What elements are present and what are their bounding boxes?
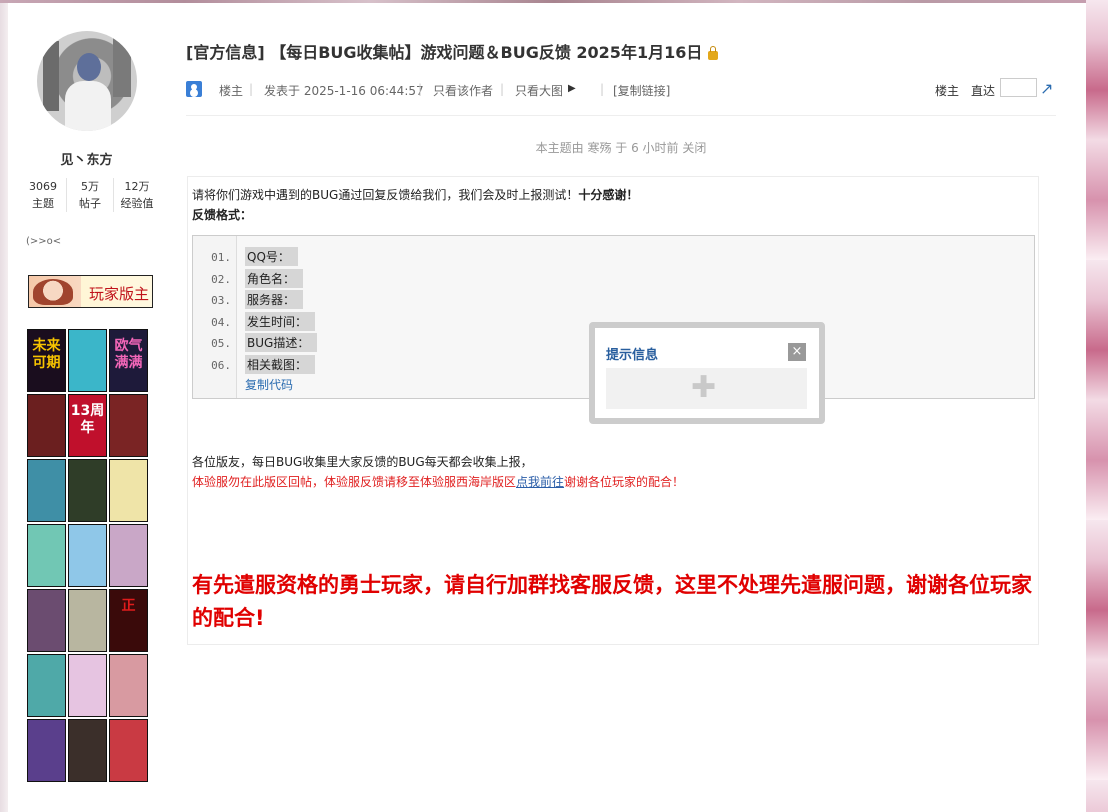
meta-separator: | xyxy=(249,82,254,96)
code-line: BUG描述： xyxy=(245,333,318,352)
badge-tile-text: 正 xyxy=(121,598,136,614)
author-avatar[interactable] xyxy=(37,31,137,131)
thread-page: 见丶东方 3069 主题 5万 帖子 12万 经验值 (>>o< 玩家版主 未来… xyxy=(8,3,1086,812)
badge-tile[interactable] xyxy=(109,524,148,587)
badge-tile[interactable] xyxy=(109,654,148,717)
line-number: 02. xyxy=(211,273,231,286)
stat-posts[interactable]: 5万 帖子 xyxy=(66,178,113,212)
badge-tile[interactable] xyxy=(68,719,107,782)
badge-tile-text: 13周年 xyxy=(70,403,105,436)
code-line: 服务器： xyxy=(245,290,304,309)
code-line: 发生时间： xyxy=(245,312,316,331)
badge-tile[interactable] xyxy=(27,524,66,587)
format-label: 反馈格式： xyxy=(192,208,253,222)
paragraph-collect: 各位版友，每日BUG收集里大家反馈的BUG每天都会收集上报， xyxy=(192,455,533,469)
closed-notice: 本主题由 寒殇 于 6 小时前 关闭 xyxy=(535,141,707,155)
jump-floor-input[interactable] xyxy=(1000,78,1037,97)
floor-label: 楼主 xyxy=(219,84,244,98)
post-time: 发表于 2025-1-16 06:44:57 xyxy=(264,84,424,98)
line-number: 04. xyxy=(211,316,231,329)
badge-tile[interactable] xyxy=(109,719,148,782)
prompt-dialog: 提示信息 × ✚ xyxy=(589,322,825,424)
dialog-body: ✚ xyxy=(606,368,807,409)
close-icon[interactable]: × xyxy=(788,343,806,361)
right-background-decoration xyxy=(1086,0,1108,812)
badge-tile-text: 未来可期 xyxy=(32,338,61,371)
meta-separator: | xyxy=(500,82,505,96)
meta-separator: | xyxy=(600,82,605,96)
line-number: 06. xyxy=(211,359,231,372)
badge-tile[interactable] xyxy=(27,654,66,717)
badge-tile[interactable] xyxy=(27,459,66,522)
author-stats: 3069 主题 5万 帖子 12万 经验值 xyxy=(20,178,160,212)
badge-grid: 未来可期 欧气满满 13周年正 xyxy=(27,329,148,782)
code-line: QQ号： xyxy=(245,247,298,266)
only-big-image-link[interactable]: 只看大图 xyxy=(515,82,563,99)
lock-icon xyxy=(708,46,719,60)
badge-tile[interactable]: 13周年 xyxy=(68,394,107,457)
badge-tile[interactable] xyxy=(109,394,148,457)
only-author-link[interactable]: 只看该作者 xyxy=(433,82,493,99)
player-moderator-medal[interactable]: 玩家版主 xyxy=(28,275,153,308)
intro-text: 请将你们游戏中遇到的BUG通过回复反馈给我们，我们会及时上报测试！十分感谢！ xyxy=(192,188,639,202)
post-meta-bar: 楼主 | 发表于 2025-1-16 06:44:57 | 只看该作者 | 只看… xyxy=(186,78,1058,99)
badge-tile[interactable]: 欧气满满 xyxy=(109,329,148,392)
thread-title: [官方信息] 【每日BUG收集帖】游戏问题＆BUG反馈 2025年1月16日 xyxy=(186,39,719,63)
author-name[interactable]: 见丶东方 xyxy=(8,149,165,168)
code-line: 相关截图： xyxy=(245,355,316,374)
line-number: 05. xyxy=(211,337,231,350)
dialog-title: 提示信息 xyxy=(606,348,659,363)
go-arrow-icon[interactable]: ↗ xyxy=(1040,79,1053,98)
copy-link[interactable]: [复制链接] xyxy=(613,82,670,99)
divider xyxy=(186,115,1056,116)
go-to-test-server-link[interactable]: 点我前往 xyxy=(516,475,564,489)
medal-portrait-image xyxy=(33,279,73,305)
advance-server-notice: 有先遣服资格的勇士玩家，请自行加群找客服反馈，这里不处理先遣服问题，谢谢各位玩家… xyxy=(192,573,1032,630)
floor-label-right: 楼主 xyxy=(935,84,960,98)
copy-code-link[interactable]: 复制代码 xyxy=(245,376,293,393)
badge-tile[interactable] xyxy=(27,394,66,457)
user-icon[interactable] xyxy=(186,81,202,97)
puzzle-piece-icon: ✚ xyxy=(691,370,717,405)
badge-tile[interactable] xyxy=(68,654,107,717)
badge-tile[interactable]: 正 xyxy=(109,589,148,652)
author-sidebar: 见丶东方 3069 主题 5万 帖子 12万 经验值 (>>o< 玩家版主 未来… xyxy=(8,3,168,812)
meta-separator: | xyxy=(418,82,423,96)
badge-tile[interactable] xyxy=(68,459,107,522)
line-number: 03. xyxy=(211,294,231,307)
stat-experience[interactable]: 12万 经验值 xyxy=(113,178,160,212)
badge-tile[interactable]: 未来可期 xyxy=(27,329,66,392)
paragraph-test-server: 体验服勿在此版区回帖，体验服反馈请移至体验服西海岸版区点我前往谢谢各位玩家的配合… xyxy=(192,475,685,489)
medal-label: 玩家版主 xyxy=(89,285,150,303)
line-number: 01. xyxy=(211,251,231,264)
badge-tile-text: 欧气满满 xyxy=(114,338,143,371)
badge-tile[interactable] xyxy=(109,459,148,522)
badge-tile[interactable] xyxy=(68,589,107,652)
triangle-right-icon[interactable]: ▶ xyxy=(568,83,576,94)
author-signature: (>>o< xyxy=(26,236,62,247)
jump-label: 直达 xyxy=(971,84,996,98)
stat-topics[interactable]: 3069 主题 xyxy=(20,178,66,212)
code-line: 角色名： xyxy=(245,269,304,288)
badge-tile[interactable] xyxy=(68,524,107,587)
badge-tile[interactable] xyxy=(27,719,66,782)
badge-tile[interactable] xyxy=(27,589,66,652)
badge-tile[interactable] xyxy=(68,329,107,392)
